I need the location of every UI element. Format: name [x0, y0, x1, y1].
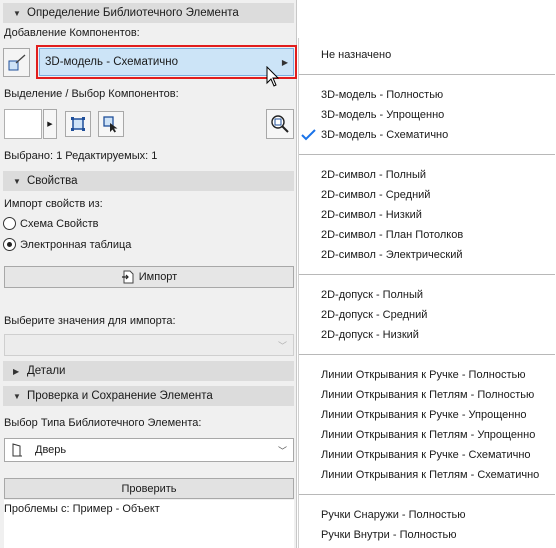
- menu-item[interactable]: 2D-допуск - Низкий: [321, 329, 419, 341]
- menu-item[interactable]: 2D-символ - Низкий: [321, 209, 422, 221]
- collapse-triangle-icon: ▼: [13, 391, 21, 401]
- radio-circle-icon: [3, 217, 16, 230]
- menu-item[interactable]: 3D-модель - Полностью: [321, 89, 443, 101]
- choose-values-label: Выберите значения для импорта:: [4, 315, 176, 327]
- menu-item[interactable]: 2D-символ - Средний: [321, 189, 430, 201]
- zoom-button[interactable]: [266, 109, 294, 139]
- type-label: Выбор Типа Библиотечного Элемента:: [4, 417, 202, 429]
- import-button[interactable]: Импорт: [4, 266, 294, 288]
- button-label: Проверить: [121, 482, 177, 495]
- selection-label: Выделение / Выбор Компонентов:: [4, 88, 179, 100]
- check-button[interactable]: Проверить: [4, 478, 294, 499]
- section-title: Детали: [27, 365, 66, 377]
- menu-item[interactable]: Линии Открывания к Ручке - Схематично: [321, 449, 531, 461]
- problems-output: Проблемы с: Пример - Объект: [4, 500, 294, 548]
- type-value: Дверь: [35, 444, 67, 456]
- menu-separator: [299, 154, 555, 155]
- selected-count-text: Выбрано: 1 Редактируемых: 1: [4, 150, 158, 162]
- menu-item[interactable]: 2D-символ - Электрический: [321, 249, 463, 261]
- menu-item[interactable]: Линии Открывания к Петлям - Полностью: [321, 389, 534, 401]
- type-select[interactable]: Дверь ﹀: [4, 438, 294, 462]
- menu-item[interactable]: Ручки Внутри - Полностью: [321, 529, 456, 541]
- menu-separator: [299, 274, 555, 275]
- square-pen-icon: [8, 54, 25, 70]
- chevron-right-icon: ▶: [47, 121, 53, 128]
- add-components-label: Добавление Компонентов:: [4, 27, 140, 39]
- door-icon: [12, 443, 22, 457]
- section-title: Проверка и Сохранение Элемента: [27, 390, 213, 402]
- radio-label: Электронная таблица: [20, 238, 132, 251]
- section-library-definition[interactable]: ▼ Определение Библиотечного Элемента: [3, 3, 294, 23]
- menu-item[interactable]: 2D-допуск - Средний: [321, 309, 427, 321]
- select-bounds-icon: [71, 117, 85, 131]
- mouse-cursor-icon: [266, 66, 280, 87]
- chevron-down-icon: ﹀: [277, 446, 287, 456]
- section-title: Определение Библиотечного Элемента: [27, 7, 239, 19]
- radio-label: Схема Свойств: [20, 217, 99, 230]
- section-details[interactable]: ▶ Детали: [3, 361, 294, 381]
- menu-item[interactable]: Ручки Снаружи - Полностью: [321, 509, 466, 521]
- expand-triangle-icon: ▶: [13, 366, 20, 376]
- import-document-icon: [121, 270, 134, 284]
- chevron-down-icon: ﹀: [277, 341, 287, 351]
- menu-item[interactable]: Линии Открывания к Ручке - Полностью: [321, 369, 525, 381]
- menu-item[interactable]: Не назначено: [321, 49, 391, 61]
- menu-item[interactable]: 3D-модель - Упрощенно: [321, 109, 444, 121]
- collapse-triangle-icon: ▼: [13, 8, 21, 18]
- component-dropdown-menu: Не назначено 3D-модель - Полностью 3D-моде…: [298, 38, 555, 548]
- section-properties[interactable]: ▼ Свойства: [3, 171, 294, 191]
- component-pick-button[interactable]: [3, 48, 30, 77]
- chevron-right-icon: ▶: [281, 57, 288, 67]
- select-component-button[interactable]: [98, 111, 124, 137]
- dropdown-value: 3D-модель - Схематично: [45, 56, 179, 68]
- select-all-button[interactable]: [65, 111, 91, 137]
- button-label: Импорт: [138, 271, 178, 283]
- menu-item[interactable]: 2D-символ - Полный: [321, 169, 426, 181]
- menu-item[interactable]: Линии Открывания к Петлям - Упрощенно: [321, 429, 535, 441]
- magnifier-icon: [271, 115, 289, 133]
- library-part-panel: ▼ Определение Библиотечного Элемента Доб…: [0, 0, 297, 548]
- radio-spreadsheet[interactable]: Электронная таблица: [3, 238, 131, 251]
- section-title: Свойства: [27, 175, 78, 187]
- swatch-arrow-button[interactable]: ▶: [43, 109, 57, 139]
- menu-item[interactable]: 2D-символ - План Потолков: [321, 229, 463, 241]
- menu-item[interactable]: Линии Открывания к Ручке - Упрощенно: [321, 409, 527, 421]
- values-select-disabled[interactable]: ﹀: [4, 334, 294, 356]
- collapse-triangle-icon: ▼: [13, 176, 21, 186]
- select-arrow-icon: [103, 116, 118, 133]
- radio-property-scheme[interactable]: Схема Свойств: [3, 217, 98, 230]
- menu-item[interactable]: Линии Открывания к Петлям - Схематично: [321, 469, 539, 481]
- radio-checked-icon: [3, 238, 16, 251]
- selection-color-swatch[interactable]: [4, 109, 42, 139]
- menu-item[interactable]: 2D-допуск - Полный: [321, 289, 423, 301]
- menu-separator: [299, 494, 555, 495]
- import-from-label: Импорт свойств из:: [4, 198, 103, 210]
- menu-separator: [299, 74, 555, 75]
- checkmark-icon: [301, 129, 316, 141]
- section-check-save[interactable]: ▼ Проверка и Сохранение Элемента: [3, 386, 294, 406]
- menu-separator: [299, 354, 555, 355]
- menu-item[interactable]: 3D-модель - Схематично: [321, 129, 448, 141]
- problems-text: Проблемы с: Пример - Объект: [4, 503, 160, 515]
- component-dropdown[interactable]: 3D-модель - Схематично ▶: [39, 48, 294, 76]
